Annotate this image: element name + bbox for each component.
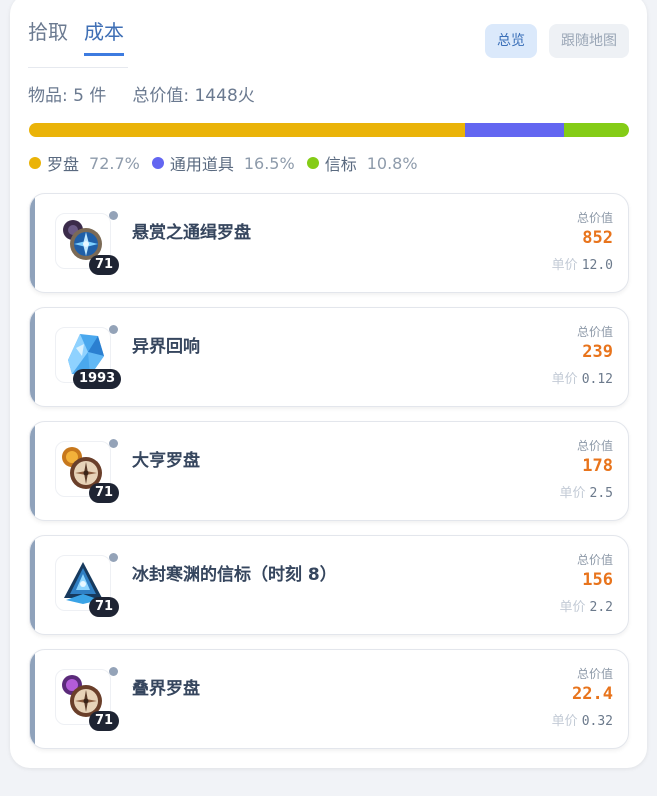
bar-segment-beacon <box>564 123 629 137</box>
item-list: 71 悬赏之通缉罗盘 总价值 852 单价 12.0 1993 异界回响 总价值… <box>29 193 629 763</box>
total-label: 总价值 <box>576 325 613 339</box>
legend-percent: 16.5% <box>243 153 295 173</box>
card-accent <box>30 536 35 634</box>
card-accent <box>30 308 35 406</box>
price-block: 总价值 178 单价 2.5 <box>560 438 614 502</box>
total-label: 总价值 <box>576 439 613 453</box>
unit-price: 单价 0.12 <box>552 372 613 388</box>
tab-cost[interactable]: 成本 <box>84 16 124 56</box>
total-value-summary: 总价值: 1448火 <box>132 86 255 106</box>
legend-item-general: 通用道具 16.5% <box>151 151 295 175</box>
item-name: 冰封寒渊的信标（时刻 8） <box>132 565 337 585</box>
card-accent <box>30 422 35 520</box>
unit-value: 2.5 <box>589 486 613 501</box>
bar-segment-general <box>465 123 565 137</box>
legend-label: 通用道具 <box>169 155 234 174</box>
unit-value: 0.32 <box>581 714 613 729</box>
unit-label: 单价 <box>559 600 586 615</box>
item-card[interactable]: 71 悬赏之通缉罗盘 总价值 852 单价 12.0 <box>29 193 629 293</box>
item-card[interactable]: 71 大亨罗盘 总价值 178 单价 2.5 <box>29 421 629 521</box>
tab-bar: 拾取 成本 <box>28 16 124 56</box>
unit-price: 单价 12.0 <box>552 258 613 274</box>
total-value: 178 <box>582 456 613 476</box>
legend: 罗盘 72.7% 通用道具 16.5% 信标 10.8% <box>29 151 418 175</box>
item-card[interactable]: 1993 异界回响 总价值 239 单价 0.12 <box>29 307 629 407</box>
legend-dot <box>151 157 164 169</box>
legend-label: 罗盘 <box>47 155 80 174</box>
distribution-bar <box>29 123 629 137</box>
unit-label: 单价 <box>559 486 586 501</box>
item-name: 大亨罗盘 <box>132 451 200 471</box>
summary-line: 物品: 5 件 总价值: 1448火 <box>28 81 261 106</box>
count-badge: 1993 <box>73 369 122 389</box>
total-label: 总价值 <box>576 211 613 225</box>
count-badge: 71 <box>89 711 120 731</box>
status-dot <box>109 325 118 334</box>
legend-item-compass: 罗盘 72.7% <box>29 151 140 175</box>
unit-value: 12.0 <box>581 258 613 273</box>
legend-dot <box>306 157 319 169</box>
legend-percent: 72.7% <box>89 153 140 173</box>
item-count: 物品: 5 件 <box>28 86 107 106</box>
unit-price: 单价 2.2 <box>560 600 614 616</box>
total-label: 总价值 <box>576 553 613 567</box>
total-value: 22.4 <box>572 684 613 704</box>
toolbar: 总览 跟随地图 <box>485 24 629 58</box>
item-card[interactable]: 71 叠界罗盘 总价值 22.4 单价 0.32 <box>29 649 629 749</box>
unit-label: 单价 <box>551 714 578 729</box>
follow-map-button[interactable]: 跟随地图 <box>549 24 629 58</box>
total-value: 852 <box>582 228 613 248</box>
unit-price: 单价 0.32 <box>552 714 613 730</box>
item-name: 叠界罗盘 <box>132 679 200 699</box>
count-badge: 71 <box>89 255 120 275</box>
status-dot <box>109 553 118 562</box>
price-block: 总价值 852 单价 12.0 <box>552 210 613 274</box>
price-block: 总价值 239 单价 0.12 <box>552 324 613 388</box>
price-block: 总价值 22.4 单价 0.32 <box>552 666 613 730</box>
tab-pickup[interactable]: 拾取 <box>28 16 68 56</box>
unit-value: 0.12 <box>581 372 613 387</box>
total-value: 156 <box>582 570 613 590</box>
status-dot <box>109 439 118 448</box>
total-label: 总价值 <box>576 667 613 681</box>
unit-label: 单价 <box>551 258 578 273</box>
overview-button[interactable]: 总览 <box>485 24 537 58</box>
count-badge: 71 <box>89 597 120 617</box>
legend-label: 信标 <box>324 155 357 174</box>
total-value: 239 <box>582 342 613 362</box>
cost-panel: 拾取 成本 总览 跟随地图 物品: 5 件 总价值: 1448火 罗盘 72.7%… <box>10 0 647 768</box>
card-accent <box>30 650 35 748</box>
item-card[interactable]: 71 冰封寒渊的信标（时刻 8） 总价值 156 单价 2.2 <box>29 535 629 635</box>
status-dot <box>109 211 118 220</box>
item-name: 异界回响 <box>132 337 200 357</box>
unit-value: 2.2 <box>589 600 613 615</box>
price-block: 总价值 156 单价 2.2 <box>560 552 614 616</box>
count-badge: 71 <box>89 483 120 503</box>
legend-percent: 10.8% <box>366 153 418 173</box>
bar-segment-compass <box>29 123 466 137</box>
unit-price: 单价 2.5 <box>560 486 614 502</box>
card-accent <box>30 194 35 292</box>
unit-label: 单价 <box>551 372 578 387</box>
tab-divider <box>28 67 128 68</box>
status-dot <box>109 667 118 676</box>
item-name: 悬赏之通缉罗盘 <box>132 223 251 243</box>
legend-item-beacon: 信标 10.8% <box>306 151 418 175</box>
legend-dot <box>29 157 41 169</box>
